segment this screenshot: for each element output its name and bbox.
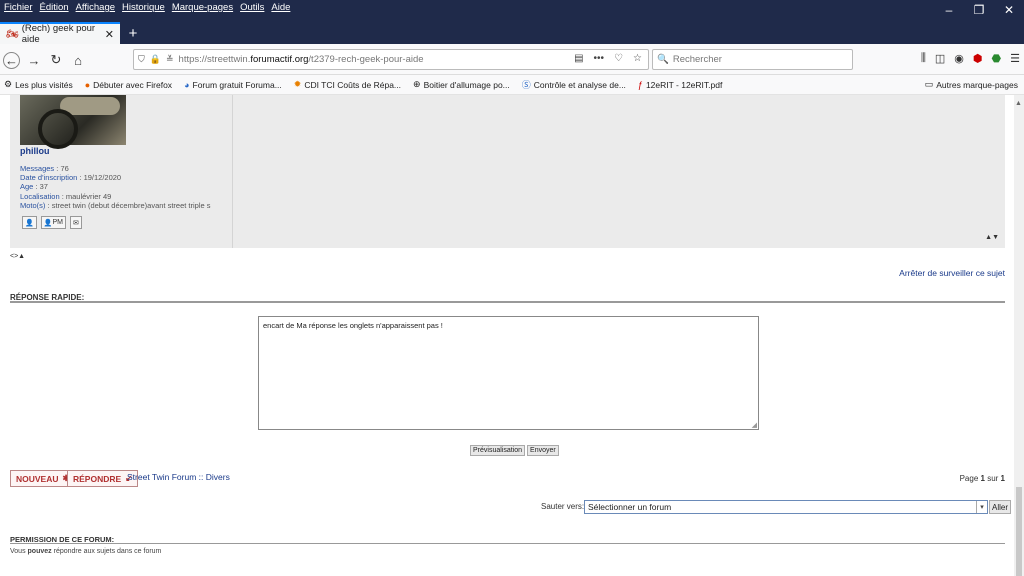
preview-button[interactable]: Prévisualisation bbox=[470, 445, 526, 456]
bookmark-star-icon[interactable]: ☆ bbox=[633, 53, 642, 64]
window-controls: – ❐ ✕ bbox=[934, 0, 1024, 20]
profile-details: Messages : 76 Date d'inscription : 19/12… bbox=[20, 164, 211, 210]
menu-outils[interactable]: Outils bbox=[240, 2, 264, 16]
account-icon[interactable]: ◉ bbox=[954, 52, 964, 65]
pm-button[interactable]: 👤 PM bbox=[40, 216, 66, 229]
jump-label: Sauter vers: bbox=[541, 502, 585, 511]
new-tab-icon[interactable]: + bbox=[122, 22, 144, 44]
restore-icon[interactable]: ❐ bbox=[964, 0, 994, 20]
scroll-thumb[interactable] bbox=[1016, 487, 1022, 576]
stop-watching-link[interactable]: Arrêter de surveiller ce sujet bbox=[899, 268, 1005, 278]
minimize-icon[interactable]: – bbox=[934, 0, 964, 20]
toolbar-icons: ⫼ ◫ ◉ ⬢ ⬣ ☰ bbox=[921, 52, 1020, 65]
new-topic-button[interactable]: NOUVEAU✱ bbox=[10, 470, 76, 487]
chevron-down-icon: ▾ bbox=[976, 501, 987, 513]
other-bookmarks[interactable]: ▭ Autres marque-pages bbox=[925, 79, 1018, 90]
email-icon[interactable]: ✉ bbox=[69, 216, 82, 229]
go-button[interactable]: Aller bbox=[989, 500, 1012, 514]
page-actions-icon[interactable]: ••• bbox=[594, 53, 605, 64]
pocket-icon[interactable]: ♡ bbox=[614, 53, 623, 64]
search-input[interactable]: 🔍 Rechercher bbox=[652, 49, 853, 70]
forum-icon: ◕ bbox=[184, 79, 190, 90]
globe-icon: ⊕ bbox=[413, 79, 421, 89]
sidebar-icon[interactable]: ◫ bbox=[935, 52, 945, 65]
bookmark-item[interactable]: ◕ Forum gratuit Foruma... bbox=[184, 80, 282, 90]
menu-marque-pages[interactable]: Marque-pages bbox=[172, 2, 233, 16]
page-content: phillou Messages : 76 Date d'inscription… bbox=[0, 95, 1014, 576]
topic-nav-icon[interactable]: <>▲ bbox=[10, 253, 25, 260]
username-link[interactable]: phillou bbox=[20, 146, 50, 156]
reader-view-icon[interactable]: ▤ bbox=[574, 53, 583, 64]
permissions-icon[interactable]: ≚ bbox=[166, 54, 174, 65]
shield-icon[interactable]: ⛉ bbox=[138, 54, 145, 65]
reload-icon[interactable]: ↻ bbox=[46, 50, 66, 70]
resize-grip-icon[interactable]: ◢ bbox=[752, 421, 757, 429]
url-bar[interactable]: ⛉ 🔒 ≚ https://streettwin.forumactif.org/… bbox=[133, 49, 649, 70]
forward-icon[interactable]: → bbox=[24, 50, 44, 70]
menu-edition[interactable]: Édition bbox=[40, 2, 69, 16]
menu-icon[interactable]: ☰ bbox=[1010, 52, 1020, 65]
menu-historique[interactable]: Historique bbox=[122, 2, 165, 16]
cdi-icon: ✹ bbox=[293, 79, 302, 89]
library-icon[interactable]: ⫼ bbox=[921, 52, 926, 65]
scroll-up-icon[interactable]: ▲ bbox=[1015, 100, 1022, 107]
pagination: Page 1 sur 1 bbox=[959, 474, 1005, 483]
tab-close-icon[interactable]: ✕ bbox=[105, 28, 114, 41]
firefox-icon: ● bbox=[84, 79, 91, 90]
bookmark-item[interactable]: ✹ CDI TCI Coûts de Répa... bbox=[294, 79, 401, 90]
menu-bar: Fichier Édition Affichage Historique Mar… bbox=[4, 2, 290, 16]
post-profile-panel: phillou Messages : 76 Date d'inscription… bbox=[10, 95, 1005, 248]
folder-icon: ▭ bbox=[924, 79, 934, 89]
favicon-icon: 🏍 bbox=[6, 28, 19, 40]
back-icon[interactable]: ← bbox=[3, 52, 20, 69]
search-icon: 🔍 bbox=[657, 54, 669, 65]
tab-title: (Rech) geek pour aide bbox=[21, 23, 96, 45]
menu-aide[interactable]: Aide bbox=[271, 2, 290, 16]
bookmarks-toolbar: ⚙ Les plus visités ● Débuter avec Firefox … bbox=[0, 75, 1024, 95]
avatar bbox=[20, 95, 126, 149]
menu-fichier[interactable]: Fichier bbox=[4, 2, 33, 16]
adblock-icon[interactable]: ⬢ bbox=[973, 52, 983, 65]
url-text: https://streettwin.forumactif.org/t2379-… bbox=[178, 54, 424, 65]
forum-select[interactable]: Sélectionner un forum ▾ bbox=[584, 500, 988, 514]
browser-tab[interactable]: 🏍 (Rech) geek pour aide ✕ bbox=[0, 22, 120, 45]
lock-icon[interactable]: 🔒 bbox=[150, 54, 161, 65]
bookmark-item[interactable]: ⚙ Les plus visités bbox=[4, 79, 73, 90]
breadcrumb[interactable]: Street Twin Forum :: Divers bbox=[127, 472, 230, 482]
bookmark-item[interactable]: ƒ 12eRIT - 12eRIT.pdf bbox=[638, 80, 722, 90]
permission-text: Vous pouvez répondre aux sujets dans ce … bbox=[10, 548, 162, 555]
page-scrollbar[interactable]: ▲ bbox=[1014, 95, 1024, 576]
s-icon: Ⓢ bbox=[521, 80, 531, 90]
menu-affichage[interactable]: Affichage bbox=[76, 2, 115, 16]
reply-textarea[interactable]: encart de Ma réponse les onglets n'appar… bbox=[258, 316, 759, 430]
send-button[interactable]: Envoyer bbox=[527, 445, 559, 456]
bookmark-item[interactable]: Ⓢ Contrôle et analyse de... bbox=[522, 78, 626, 91]
close-window-icon[interactable]: ✕ bbox=[994, 0, 1024, 20]
home-icon[interactable]: ⌂ bbox=[68, 50, 88, 70]
extension-icon[interactable]: ⬣ bbox=[992, 52, 1002, 65]
pdf-icon: ƒ bbox=[637, 79, 643, 90]
gear-icon: ⚙ bbox=[4, 79, 13, 89]
profile-buttons: 👤 👤 PM ✉ bbox=[22, 216, 82, 229]
profile-icon[interactable]: 👤 bbox=[22, 216, 37, 229]
bookmark-item[interactable]: ⊕ Boitier d'allumage po... bbox=[413, 79, 510, 90]
bookmark-item[interactable]: ● Débuter avec Firefox bbox=[85, 80, 172, 90]
window-titlebar: Fichier Édition Affichage Historique Mar… bbox=[0, 0, 1024, 45]
navigation-toolbar: ← → ↻ ⌂ ⛉ 🔒 ≚ https://streettwin.forumac… bbox=[0, 44, 1024, 75]
up-down-icon[interactable]: ▲▼ bbox=[985, 234, 999, 241]
